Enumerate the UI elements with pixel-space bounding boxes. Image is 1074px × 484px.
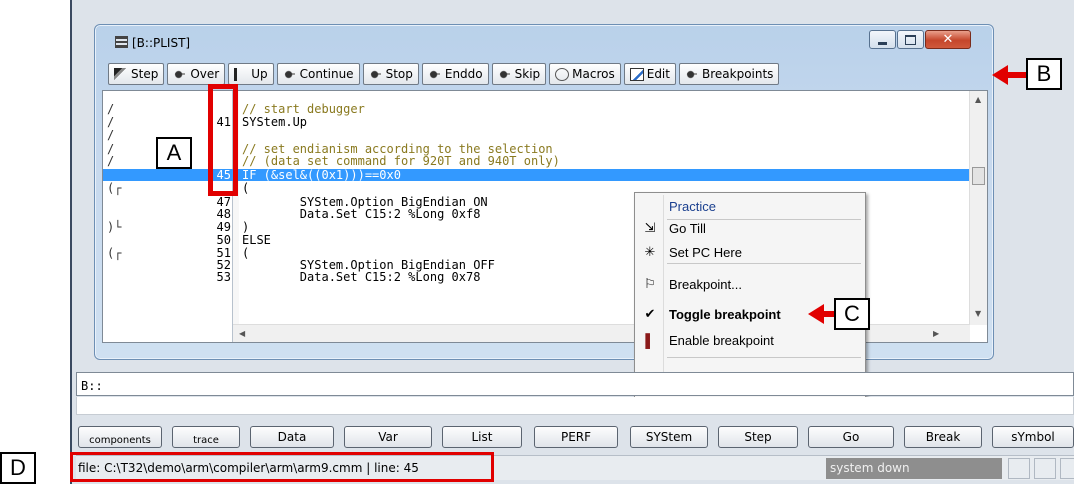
breakpoint-icon: ⚐ <box>644 276 656 291</box>
menu-item-set-pc-here[interactable]: ✳ Set PC Here <box>637 241 863 263</box>
code-text: // start debugger <box>242 102 365 116</box>
structure-marker: (┌ <box>107 181 122 195</box>
toolbar-step-button[interactable]: Step <box>108 63 165 85</box>
code-text: ) <box>242 220 250 234</box>
code-text: // (data set command for 920T and 940T o… <box>242 154 560 168</box>
enddo-icon <box>427 67 442 81</box>
window-icon <box>115 36 128 48</box>
callout-b-label: B <box>1026 58 1062 90</box>
edit-icon <box>629 67 644 81</box>
scroll-up-icon[interactable]: ▲ <box>975 95 981 104</box>
toolbar-continue-button[interactable]: Continue <box>276 63 360 85</box>
maximize-button[interactable] <box>897 30 924 49</box>
breakpoints-icon <box>684 67 699 81</box>
softkey-bar: components trace Data Var List PERF SYStem Step… <box>78 426 1074 448</box>
callout-d-label: D <box>0 452 36 484</box>
code-text: ( <box>242 181 250 195</box>
close-icon: ✕ <box>942 32 954 47</box>
code-text: SYStem.Up <box>242 115 308 129</box>
structure-marker: / <box>107 102 115 116</box>
command-line-area[interactable] <box>76 397 1074 415</box>
scroll-left-icon[interactable]: ◀ <box>239 329 245 338</box>
softkey-step[interactable]: Step <box>718 426 798 448</box>
softkey-perf[interactable]: PERF <box>534 426 618 448</box>
check-icon: ✔ <box>644 306 656 321</box>
softkey-components[interactable]: components <box>78 426 162 448</box>
softkey-break[interactable]: Break <box>904 426 982 448</box>
minimize-button[interactable] <box>869 30 896 49</box>
menu-item-go-till[interactable]: ⇲ Go Till <box>637 217 863 239</box>
toolbar-up-button[interactable]: Up <box>228 63 274 85</box>
softkey-system[interactable]: SYStem <box>630 426 708 448</box>
vertical-scrollbar[interactable]: ▲ ▼ <box>969 91 987 325</box>
scroll-right-icon[interactable]: ▶ <box>933 329 939 338</box>
status-box <box>1008 458 1030 479</box>
plist-toolbar: Step Over Up Continue Stop Enddo Skip Macros Edi… <box>108 63 988 87</box>
structure-marker: / <box>107 154 115 168</box>
context-menu: Practice ⇲ Go Till ✳ Set PC Here ⚐ Breakpoint… <box>634 192 866 398</box>
structure-marker: )└ <box>107 220 122 234</box>
toolbar-enddo-button[interactable]: Enddo <box>421 63 489 85</box>
callout-a-label: A <box>156 137 192 169</box>
line-number: 48 <box>216 207 231 221</box>
line-number: 49 <box>216 220 231 234</box>
callout-b-arrow <box>992 65 1026 85</box>
set-pc-icon: ✳ <box>644 244 656 259</box>
callout-a-frame <box>208 84 238 196</box>
code-text: IF (&sel&((0x1)))==0x0 <box>242 168 401 182</box>
menu-item-breakpoint[interactable]: ⚐ Breakpoint... <box>637 273 863 295</box>
close-button[interactable]: ✕ <box>925 30 971 49</box>
structure-marker: (┌ <box>107 246 122 260</box>
softkey-go[interactable]: Go <box>808 426 894 448</box>
toolbar-macros-button[interactable]: Macros <box>549 63 621 85</box>
command-line-input[interactable]: B:: <box>76 372 1074 396</box>
scroll-down-icon[interactable]: ▼ <box>975 309 981 318</box>
skip-icon <box>497 67 512 81</box>
status-box <box>1060 458 1074 479</box>
structure-marker: / <box>107 115 115 129</box>
enable-breakpoint-icon: ▌ <box>645 332 655 348</box>
line-number: 50 <box>216 233 231 247</box>
softkey-list[interactable]: List <box>442 426 522 448</box>
code-text: ELSE <box>242 233 271 247</box>
softkey-trace[interactable]: trace <box>172 426 240 448</box>
code-text: Data.Set C15:2 %Long 0xf8 <box>242 207 481 221</box>
line-number: 53 <box>216 270 231 284</box>
over-icon <box>173 67 188 81</box>
toolbar-breakpoints-button[interactable]: Breakpoints <box>678 63 780 85</box>
toolbar-edit-button[interactable]: Edit <box>623 63 676 85</box>
context-menu-header: Practice <box>669 198 716 214</box>
up-icon <box>234 67 248 81</box>
callout-d-frame <box>70 452 494 482</box>
callout-c-label: C <box>834 298 870 330</box>
structure-marker: / <box>107 128 115 142</box>
window-title: [B::PLIST] <box>115 36 190 50</box>
continue-icon <box>282 67 297 81</box>
code-text: Data.Set C15:2 %Long 0x78 <box>242 270 481 284</box>
macros-icon <box>555 67 570 81</box>
toolbar-over-button[interactable]: Over <box>167 63 226 85</box>
scrollbar-thumb[interactable] <box>972 167 985 185</box>
stop-icon <box>368 67 383 81</box>
toolbar-stop-button[interactable]: Stop <box>362 63 419 85</box>
menu-item-enable-breakpoint[interactable]: ▌ Enable breakpoint <box>637 329 863 351</box>
softkey-symbol[interactable]: sYmbol <box>992 426 1074 448</box>
go-till-icon: ⇲ <box>644 220 656 235</box>
step-icon <box>114 67 128 81</box>
toolbar-skip-button[interactable]: Skip <box>491 63 547 85</box>
system-state-indicator: system down <box>826 458 1002 479</box>
softkey-var[interactable]: Var <box>344 426 432 448</box>
status-box <box>1034 458 1056 479</box>
softkey-data[interactable]: Data <box>250 426 334 448</box>
